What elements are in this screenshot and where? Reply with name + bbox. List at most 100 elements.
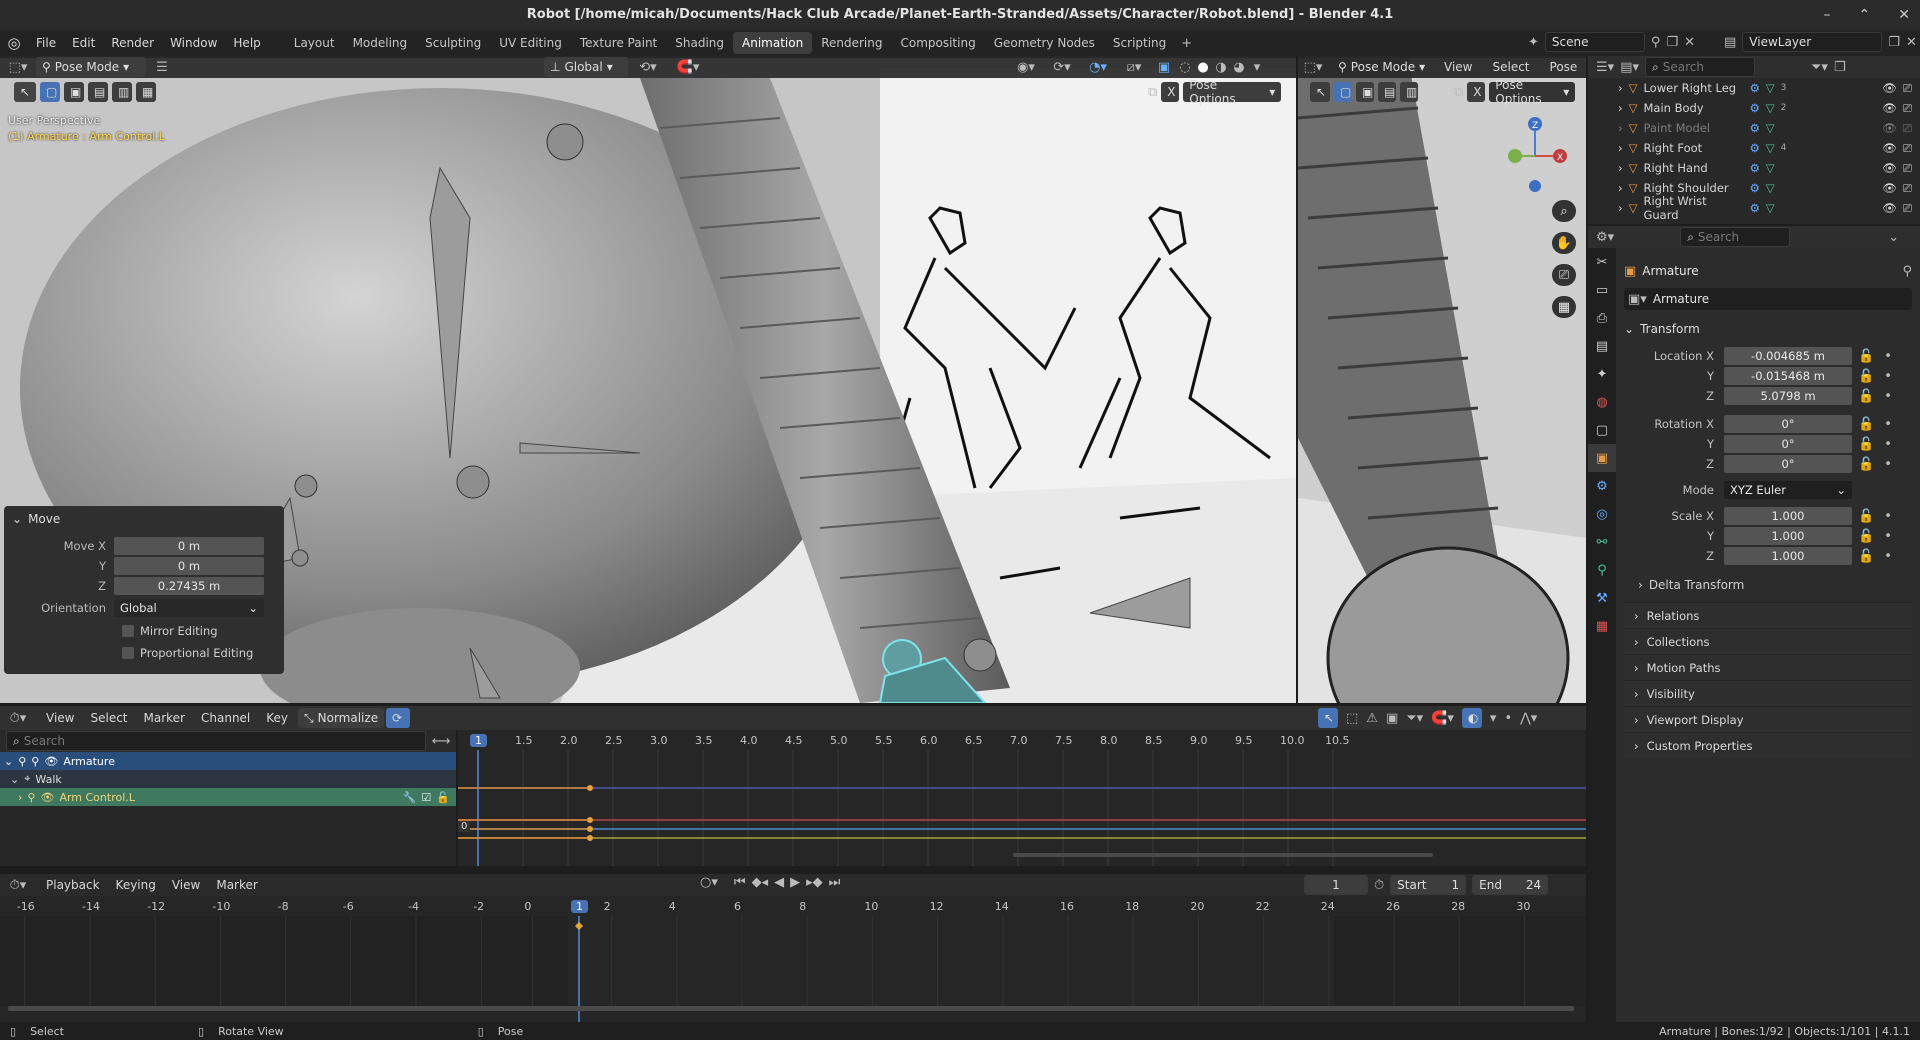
maximize-icon[interactable]: ⌃: [1859, 7, 1871, 23]
camera-icon[interactable]: ⎚: [1903, 101, 1912, 116]
editor-type-icon[interactable]: ☰▾: [1596, 60, 1614, 75]
lock-icon[interactable]: 🔓: [436, 791, 450, 804]
blender-logo-icon[interactable]: ◎: [0, 34, 28, 52]
modifier-tab-icon[interactable]: ⚙: [1588, 472, 1616, 500]
pan-hand-icon[interactable]: ✋: [1552, 232, 1576, 254]
lock-icon[interactable]: 🔓: [1858, 437, 1874, 452]
outliner-item[interactable]: › ▽ Right Foot ⚙ ▽ 4 👁 ⎚: [1588, 138, 1920, 158]
jump-start-icon[interactable]: ⏮: [734, 875, 746, 890]
keyframe-dot-icon[interactable]: •: [1884, 389, 1892, 404]
outliner-item[interactable]: › ▽ Paint Model ⚙ ▽ 👁 ⎚: [1588, 118, 1920, 138]
camera-icon[interactable]: ⎚: [1903, 181, 1912, 196]
object-tab-icon[interactable]: ▣: [1588, 444, 1616, 472]
outliner-item[interactable]: › ▽ Lower Right Leg ⚙ ▽ 3 👁 ⎚: [1588, 78, 1920, 98]
camera-icon[interactable]: ⎚: [1552, 264, 1576, 286]
editor-type-icon[interactable]: ⬚▾: [1298, 60, 1328, 75]
pin-icon[interactable]: ⚲: [31, 755, 39, 768]
tab-compositing[interactable]: Compositing: [891, 32, 984, 54]
keyframe-dot-icon[interactable]: •: [1884, 369, 1892, 384]
section-viewport-display[interactable]: › Viewport Display: [1624, 706, 1912, 732]
tab-rendering[interactable]: Rendering: [812, 32, 891, 54]
chevron-down-icon[interactable]: ⌄: [1888, 230, 1899, 245]
select-box-new-icon[interactable]: ▢: [40, 82, 60, 102]
display-mode-icon[interactable]: ▤▾: [1620, 60, 1639, 75]
dopesheet-menu-key[interactable]: Key: [258, 711, 296, 725]
eye-icon[interactable]: 👁: [1882, 101, 1897, 115]
view-menu[interactable]: View: [1436, 60, 1480, 74]
outliner-item[interactable]: › ▽ Right Shoulder ⚙ ▽ 👁 ⎚: [1588, 178, 1920, 198]
eye-icon[interactable]: 👁: [1882, 81, 1897, 95]
lock-icon[interactable]: 🔓: [1858, 549, 1874, 564]
shading-options-icon[interactable]: ▾: [1248, 60, 1266, 75]
scale-x-field[interactable]: 1.000: [1724, 507, 1852, 525]
new-collection-icon[interactable]: ❐: [1834, 60, 1846, 75]
location-x-field[interactable]: -0.004685 m: [1724, 347, 1852, 365]
keyframe-dot-icon[interactable]: •: [1884, 549, 1892, 564]
tab-sculpting[interactable]: Sculpting: [416, 32, 490, 54]
lock-icon[interactable]: 🔓: [1858, 349, 1874, 364]
location-z-field[interactable]: 5.0798 m: [1724, 387, 1852, 405]
select-box-invert-icon[interactable]: ▥: [112, 82, 132, 102]
chevron-right-icon[interactable]: ›: [1618, 101, 1623, 115]
select-box-new-icon[interactable]: ▢: [1334, 82, 1352, 102]
location-y-field[interactable]: -0.015468 m: [1724, 367, 1852, 385]
keyframe-dot-icon[interactable]: •: [1884, 509, 1892, 524]
tab-uv-editing[interactable]: UV Editing: [490, 32, 571, 54]
rendered-shading-icon[interactable]: ◕: [1230, 60, 1248, 75]
keyframe-dot-icon[interactable]: •: [1884, 437, 1892, 452]
snap-icon[interactable]: 🧲▾: [668, 60, 708, 75]
keyframe-dot-icon[interactable]: •: [1884, 457, 1892, 472]
tab-texture-paint[interactable]: Texture Paint: [571, 32, 666, 54]
lock-icon[interactable]: 🔓: [1858, 457, 1874, 472]
dopesheet-graph[interactable]: 1 1.5 2.0 2.5 3.0 3.5 4.0 4.5 5.0 5.5 6.0 6.5 7.0 7.5…: [458, 730, 1586, 866]
jump-end-icon[interactable]: ⏭: [829, 875, 841, 890]
timeline-menu-playback[interactable]: Playback: [38, 878, 108, 892]
hamburger-menu-icon[interactable]: ☰: [150, 60, 174, 75]
normalize-view-icon[interactable]: ▣: [1386, 711, 1398, 726]
physics-tab-icon[interactable]: ◎: [1588, 500, 1616, 528]
remove-scene-icon[interactable]: ✕: [1684, 35, 1695, 50]
dopesheet-menu-view[interactable]: View: [38, 711, 82, 725]
material-shading-icon[interactable]: ◑: [1212, 60, 1230, 75]
output-tab-icon[interactable]: ⎙: [1588, 304, 1616, 332]
end-frame-field[interactable]: End 24: [1472, 875, 1549, 895]
rotation-y-field[interactable]: 0°: [1724, 435, 1852, 453]
section-custom-properties[interactable]: › Custom Properties: [1624, 732, 1912, 758]
eye-icon[interactable]: 👁: [1882, 121, 1897, 135]
filter-icon[interactable]: ⏷▾: [1406, 711, 1423, 726]
close-icon[interactable]: ✕: [1898, 7, 1910, 23]
chevron-right-icon[interactable]: ›: [1618, 141, 1623, 155]
menu-help[interactable]: Help: [225, 36, 268, 50]
move-z-field[interactable]: 0.27435 m: [114, 577, 264, 595]
section-visibility[interactable]: › Visibility: [1624, 680, 1912, 706]
prev-keyframe-icon[interactable]: ◆◂: [752, 875, 769, 890]
rotation-mode-dropdown[interactable]: XYZ Euler ⌄: [1724, 481, 1852, 499]
rotation-x-field[interactable]: 0°: [1724, 415, 1852, 433]
select-menu[interactable]: Select: [1484, 60, 1537, 74]
delta-transform-subpanel[interactable]: › Delta Transform: [1624, 572, 1912, 598]
select-tool-icon[interactable]: ↖: [1310, 82, 1330, 102]
pin-icon[interactable]: ⚲: [27, 791, 35, 804]
lock-icon[interactable]: 🔓: [1858, 509, 1874, 524]
transform-orientation-dropdown[interactable]: ⊥ Global ▾: [544, 57, 628, 77]
select-box-subtract-icon[interactable]: ▤: [88, 82, 108, 102]
eye-icon[interactable]: 👁: [44, 755, 58, 768]
tab-animation[interactable]: Animation: [733, 32, 813, 54]
camera-icon[interactable]: ⎚: [1903, 121, 1912, 136]
overlay-icon[interactable]: ◔▾: [1080, 60, 1116, 75]
eye-icon[interactable]: 👁: [1882, 141, 1897, 155]
eye-icon[interactable]: 👁: [1882, 181, 1897, 195]
filter-icon[interactable]: ⏷▾: [1811, 60, 1828, 75]
chevron-right-icon[interactable]: ›: [1618, 201, 1623, 215]
tab-modeling[interactable]: Modeling: [344, 32, 417, 54]
pose-options-dropdown[interactable]: Pose Options ▾: [1489, 78, 1576, 106]
proportional-icon[interactable]: ◐: [1461, 708, 1482, 728]
lock-icon[interactable]: 🔓: [1858, 369, 1874, 384]
chevron-right-icon[interactable]: ›: [1618, 181, 1623, 195]
view-layer-tab-icon[interactable]: ▤: [1588, 332, 1616, 360]
zoom-icon[interactable]: ⌕: [1552, 200, 1576, 222]
bone-tab-icon[interactable]: ⚒: [1588, 584, 1616, 612]
mode-dropdown[interactable]: ⚲ Pose Mode ▾: [36, 57, 146, 77]
channel-action[interactable]: ⌄ ⌖ Walk: [0, 770, 456, 788]
editor-type-icon[interactable]: ⚙▾: [1596, 230, 1614, 245]
